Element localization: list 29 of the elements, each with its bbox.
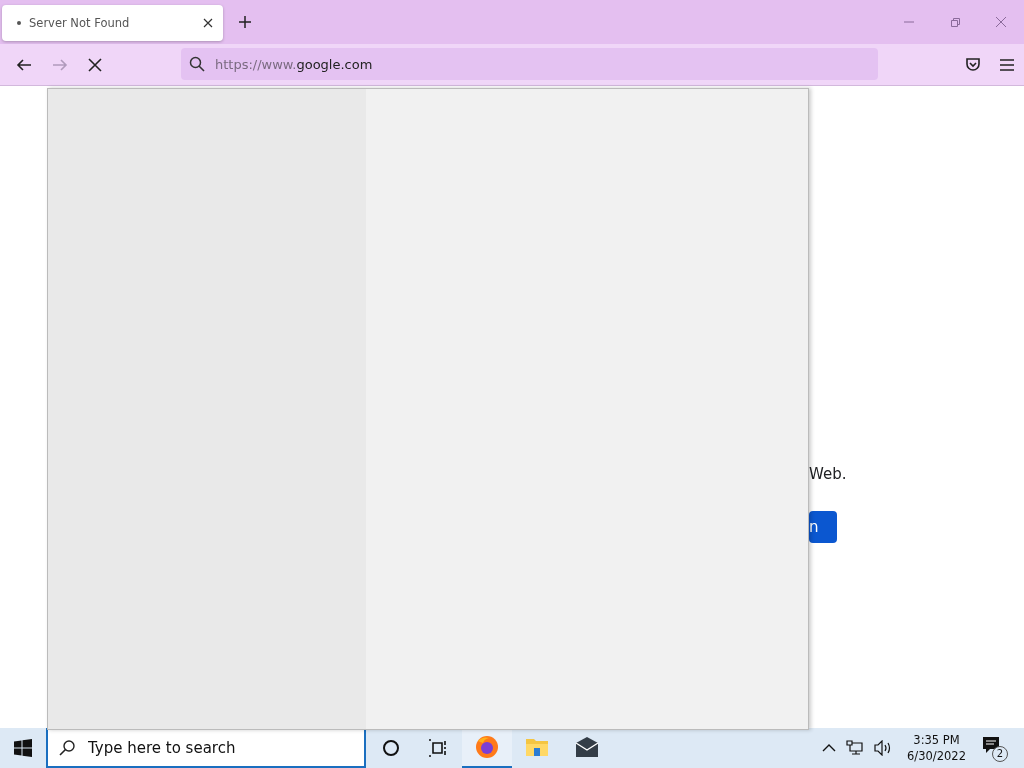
network-icon[interactable] (846, 740, 865, 756)
clock[interactable]: 3:35 PM 6/30/2022 (907, 732, 966, 764)
windows-start-icon[interactable] (14, 739, 32, 757)
chevron-up-icon[interactable] (822, 743, 837, 753)
close-icon[interactable] (203, 18, 213, 28)
clock-time: 3:35 PM (913, 732, 960, 748)
search-button[interactable]: n (809, 511, 837, 543)
stop-icon[interactable] (87, 56, 103, 73)
clock-date: 6/30/2022 (907, 748, 966, 764)
folder-icon (525, 736, 549, 758)
new-tab-icon[interactable] (238, 15, 252, 29)
restore-icon[interactable] (949, 16, 961, 28)
search-input[interactable]: Type here to search (86, 738, 350, 758)
task-view-icon[interactable] (428, 739, 448, 757)
firefox-app-button[interactable] (462, 728, 512, 768)
tab-title: Server Not Found (29, 16, 131, 30)
search-icon (189, 56, 205, 72)
cortana-icon[interactable] (382, 739, 400, 757)
pocket-icon[interactable] (965, 56, 981, 73)
loading-dot-icon (17, 21, 21, 25)
firefox-icon (475, 735, 499, 759)
search-icon (58, 739, 76, 757)
browser-tab[interactable]: Server Not Found (2, 5, 223, 41)
menu-icon[interactable] (999, 57, 1015, 72)
notification-count-badge: 2 (992, 746, 1008, 762)
page-text: Web. (809, 465, 847, 483)
taskbar-search-field[interactable]: Type here to search (46, 728, 366, 768)
mail-icon (575, 737, 599, 757)
address-field[interactable]: https://www.google.com (181, 48, 878, 80)
